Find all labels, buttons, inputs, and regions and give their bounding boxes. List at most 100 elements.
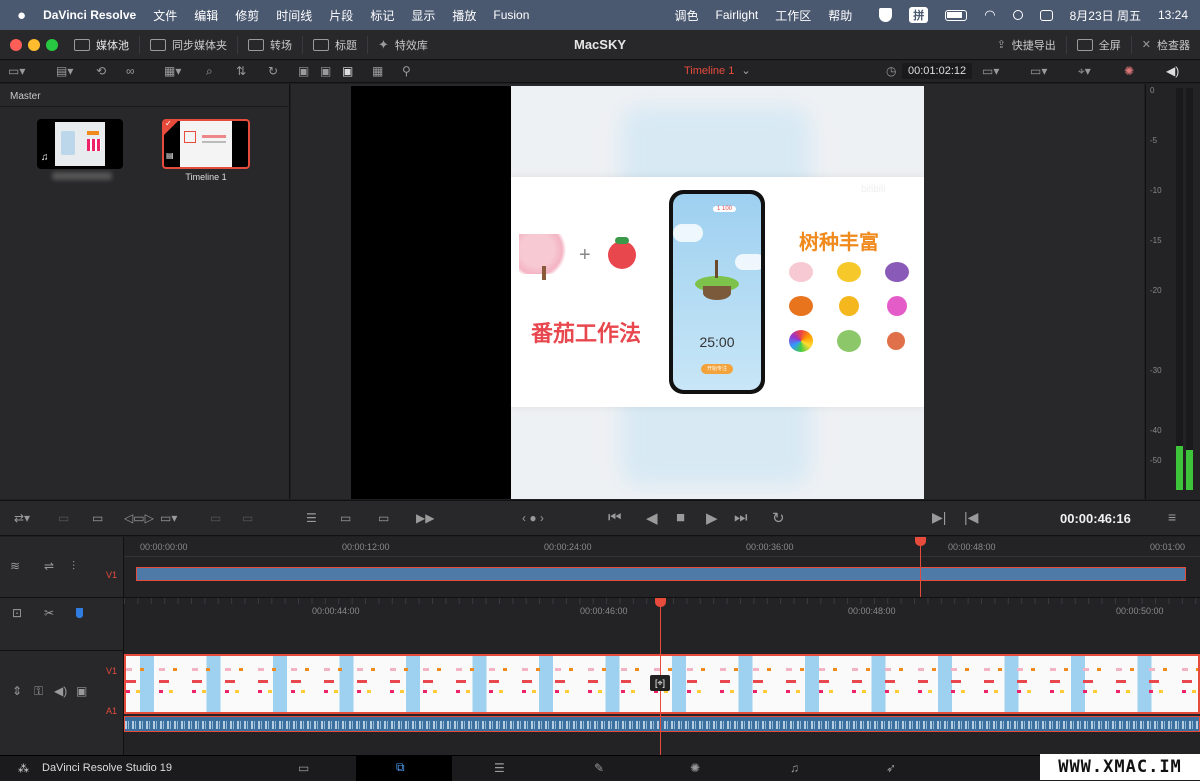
color-page-icon[interactable]: ✺ [690, 761, 700, 775]
go-to-end-icon[interactable]: ⏭ [734, 509, 748, 526]
layout-icon[interactable]: ▦ [372, 64, 383, 78]
edit-append-icon[interactable]: ▭ [210, 511, 221, 525]
viewer-mode-1-icon[interactable]: ▣ [298, 64, 309, 78]
razor-icon[interactable]: ✂ [44, 606, 54, 620]
waveform-view-icon[interactable]: ⫶ [72, 559, 75, 574]
sync-bin-button[interactable]: 同步媒体夹 [140, 30, 237, 60]
speaker-icon[interactable]: ◀) [1166, 64, 1179, 78]
media-pool-button[interactable]: 媒体池 [64, 30, 139, 60]
battery-icon[interactable] [945, 9, 968, 21]
grid-view-icon[interactable]: ▦▾ [164, 64, 181, 78]
media-clip-thumbnail[interactable]: ♫ [37, 119, 123, 169]
transitions-button[interactable]: 转场 [238, 30, 302, 60]
mark-in-icon[interactable]: ▶| [932, 509, 946, 526]
menu-timeline[interactable]: 时间线 [276, 7, 312, 24]
menu-fairlight[interactable]: Fairlight [716, 8, 759, 22]
viewer-hq-icon[interactable]: ▭▾ [1030, 64, 1047, 78]
effects-button[interactable]: ✦ 特效库 [368, 30, 438, 60]
media-page-icon[interactable]: ▭ [298, 761, 309, 775]
cut-page-tab-active[interactable]: ⧉ [356, 756, 452, 781]
shield-icon[interactable] [879, 8, 893, 22]
menu-app[interactable]: DaVinci Resolve [43, 8, 136, 22]
sync-icon[interactable]: ⟲ [96, 64, 106, 78]
viewer-mode-2-icon[interactable]: ▣ [320, 64, 331, 78]
edit-replace-icon[interactable]: ▭ [92, 511, 103, 525]
person-icon[interactable]: ⚲ [402, 64, 411, 78]
upper-track-clip[interactable] [136, 567, 1186, 581]
snapping-icon[interactable]: ⊡ [12, 606, 22, 620]
upper-playhead-handle[interactable] [915, 537, 926, 546]
fairlight-page-icon[interactable]: ♫ [790, 761, 799, 775]
color-wheel-icon[interactable]: ✺ [1124, 64, 1134, 78]
go-to-start-icon[interactable]: ⏮ [608, 509, 622, 526]
panel-toggle-icon[interactable]: ▭▾ [8, 64, 25, 78]
viewer-panel[interactable]: + 番茄工作法 1 100 25:00 开始专注 bilibili 树种丰富 [291, 84, 1144, 499]
transform-icon[interactable]: ⌖▾ [1078, 64, 1091, 79]
loop-icon[interactable]: ↻ [772, 509, 785, 527]
menu-clip[interactable]: 片段 [329, 7, 353, 24]
menu-file[interactable]: 文件 [153, 7, 177, 24]
edit-insert-icon[interactable]: ▭ [58, 511, 69, 525]
audio-icon[interactable]: ◀) [54, 684, 67, 698]
bin-icon[interactable]: ▤▾ [56, 64, 73, 78]
viewer-canvas[interactable]: + 番茄工作法 1 100 25:00 开始专注 bilibili 树种丰富 [351, 86, 924, 499]
menu-edit[interactable]: 编辑 [194, 7, 218, 24]
upper-playhead[interactable] [920, 537, 921, 597]
poi-icon[interactable]: ▭ [340, 511, 351, 525]
viewer-mode-3-icon[interactable]: ▣ [342, 64, 353, 78]
dynamic-trim-icon[interactable]: ▶▶ [416, 511, 434, 525]
menu-help[interactable]: 帮助 [828, 7, 852, 24]
sort-icon[interactable]: ⇅ [236, 64, 246, 78]
timeline-panel[interactable]: ≋ ⇌ ⫶ 00:00:00:00 00:00:12:00 00:00:24:0… [0, 537, 1200, 755]
track-options-icon[interactable]: ≋ [10, 559, 20, 573]
edit-place-icon[interactable]: ▭▾ [160, 511, 177, 525]
menu-view[interactable]: 显示 [411, 7, 435, 24]
search-icon[interactable]: ⌕ [206, 64, 213, 79]
minimize-window-button[interactable] [28, 38, 40, 51]
menu-fusion[interactable]: Fusion [493, 8, 529, 22]
menu-playback[interactable]: 播放 [452, 7, 476, 24]
poi-add-icon[interactable]: ▭ [378, 511, 389, 525]
bin-name[interactable]: Master [10, 91, 41, 102]
source-timecode[interactable]: 00:01:02:12 [902, 63, 973, 79]
edit-overwrite-icon[interactable]: ⇄▾ [14, 511, 30, 525]
control-center-icon[interactable] [1039, 9, 1053, 21]
inspector-button[interactable]: ✕ 检查器 [1132, 30, 1200, 60]
playhead-timecode[interactable]: 00:00:46:16 [1060, 511, 1131, 526]
upper-ruler[interactable]: 00:00:00:00 00:00:12:00 00:00:24:00 00:0… [124, 537, 1200, 557]
fullscreen-button[interactable]: 全屏 [1067, 30, 1131, 60]
apple-menu-icon[interactable]: ● [17, 7, 26, 24]
play-reverse-icon[interactable]: ◀ [646, 509, 658, 527]
menubar-time[interactable]: 13:24 [1158, 8, 1188, 22]
audio-clip-waveform[interactable] [124, 716, 1200, 732]
settings-sliders-icon[interactable]: ☰ [306, 511, 317, 525]
lock-icon[interactable]: ⚿ [34, 684, 43, 699]
edit-ripple-icon[interactable]: ▭ [242, 511, 253, 525]
video-icon[interactable]: ▣ [76, 684, 87, 698]
jog-control-icon[interactable]: ‹ ● › [522, 511, 544, 525]
play-icon[interactable]: ▶ [706, 509, 718, 527]
quick-export-button[interactable]: ⇪ 快捷导出 [987, 30, 1066, 60]
fusion-page-icon[interactable]: ✎ [594, 761, 604, 775]
menubar-date[interactable]: 8月23日 周五 [1070, 7, 1141, 24]
edit-page-icon[interactable]: ☰ [494, 761, 505, 775]
hamburger-menu-icon[interactable]: ≡ [1168, 509, 1176, 525]
zoom-window-button[interactable] [46, 38, 58, 51]
menu-workspace[interactable]: 工作区 [775, 7, 811, 24]
lower-playhead-handle[interactable] [655, 598, 666, 607]
track-height-icon[interactable]: ⇕ [12, 684, 22, 698]
close-window-button[interactable] [10, 38, 22, 51]
menu-trim[interactable]: 修剪 [235, 7, 259, 24]
mark-out-icon[interactable]: |◀ [964, 509, 978, 526]
wifi-icon[interactable]: ◠ [984, 7, 995, 23]
edit-fit-icon[interactable]: ◁▭▷ [124, 511, 154, 525]
flag-icon[interactable] [76, 608, 83, 618]
track-view-icon[interactable]: ⇌ [44, 559, 54, 573]
viewer-overlay-icon[interactable]: ▭▾ [982, 64, 999, 78]
link-icon[interactable]: ∞ [126, 64, 135, 78]
deliver-page-icon[interactable]: ➶ [886, 761, 896, 775]
spotlight-search-icon[interactable] [1012, 10, 1023, 20]
refresh-icon[interactable]: ↻ [268, 64, 278, 78]
timeline-selector[interactable]: Timeline 1 ⌄ [684, 64, 751, 77]
menu-color[interactable]: 调色 [675, 7, 699, 24]
